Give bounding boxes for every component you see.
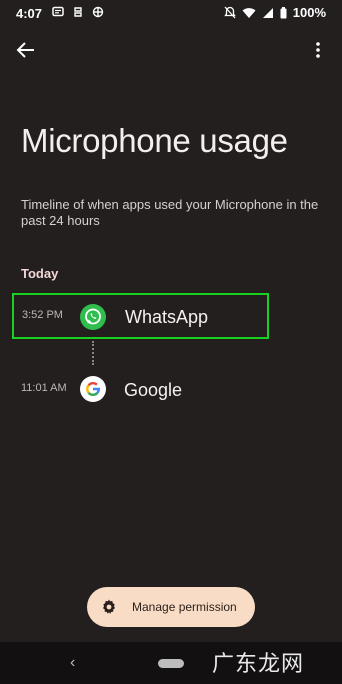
message-notification-icon xyxy=(52,6,64,17)
whatsapp-icon xyxy=(80,304,106,330)
manage-permission-button[interactable]: Manage permission xyxy=(87,587,255,627)
page-title: Microphone usage xyxy=(21,122,288,159)
timeline-connector xyxy=(92,341,94,365)
battery-percentage: 100% xyxy=(292,5,326,20)
usage-time: 3:52 PM xyxy=(22,309,63,321)
more-vert-icon xyxy=(316,42,320,58)
back-button[interactable] xyxy=(14,38,38,62)
arrow-back-icon xyxy=(16,42,34,58)
nav-home-handle[interactable] xyxy=(158,659,184,668)
status-time: 4:07 xyxy=(16,6,43,21)
more-options-button[interactable] xyxy=(306,38,330,62)
system-status-icons: 100% xyxy=(224,5,326,20)
section-header-today: Today xyxy=(21,266,59,281)
app-name: Google xyxy=(124,380,183,400)
app-name: WhatsApp xyxy=(125,307,209,327)
slack-notification-icon xyxy=(92,6,104,18)
battery-icon xyxy=(280,6,287,18)
google-icon xyxy=(80,376,106,402)
manage-permission-label: Manage permission xyxy=(132,600,237,614)
timeline-item-whatsapp[interactable]: 3:52 PM WhatsApp xyxy=(12,293,269,339)
app-bar xyxy=(0,30,342,70)
wifi-icon xyxy=(242,7,256,18)
signal-icon xyxy=(262,7,273,18)
notification-icons xyxy=(52,6,104,18)
nav-back-icon[interactable]: ‹ xyxy=(70,654,75,672)
navigation-bar: ‹ 广东龙网 xyxy=(0,642,342,684)
watermark: 广东龙网 xyxy=(211,652,304,677)
usage-time: 11:01 AM xyxy=(21,382,67,394)
dnd-off-icon xyxy=(224,6,236,19)
page-subtitle: Timeline of when apps used your Micropho… xyxy=(21,197,319,228)
gear-icon xyxy=(103,599,115,614)
status-bar: 4:07 100% xyxy=(0,0,342,26)
app-notification-icon xyxy=(74,7,82,17)
timeline-item-google[interactable]: 11:01 AM Google xyxy=(12,366,269,412)
